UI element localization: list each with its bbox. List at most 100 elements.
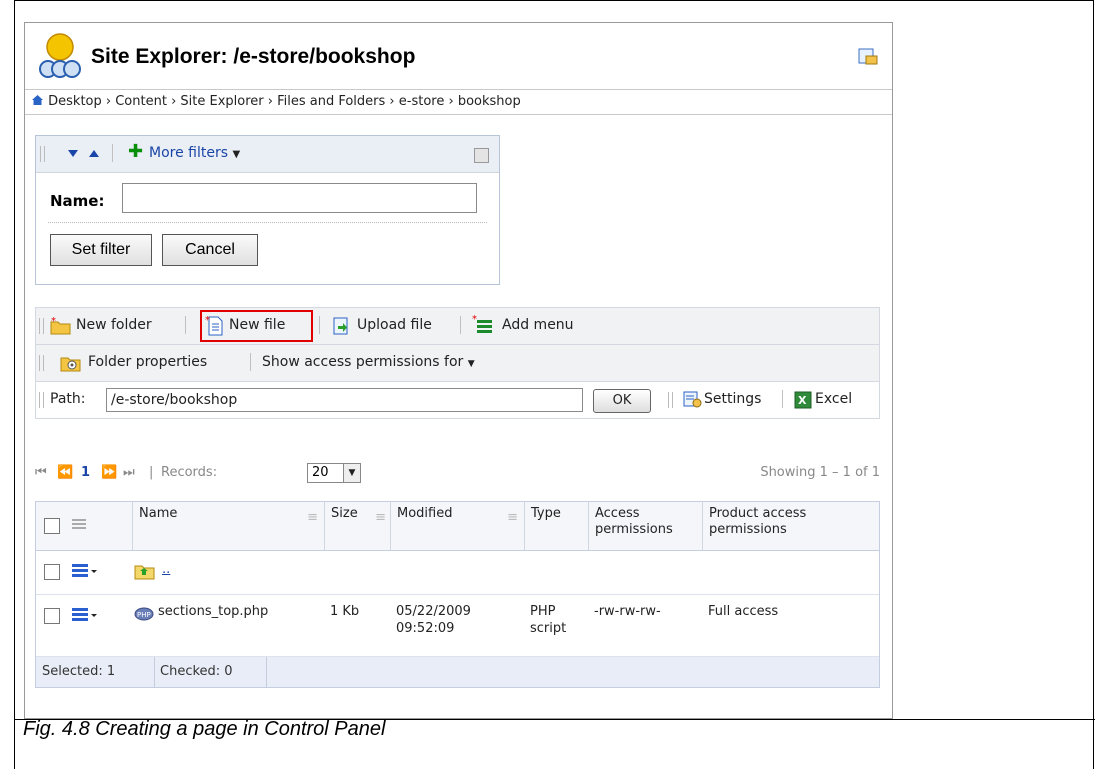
name-label: Name: [50,192,105,210]
show-access-label: Show access permissions for [262,354,464,370]
next-page-icon[interactable]: ⏩ [101,465,117,480]
file-access-permissions: -rw-rw-rw- [594,604,661,619]
new-file-button[interactable]: New file [229,317,285,333]
toolbar-grip [40,146,45,162]
toolbar-grip [39,355,44,371]
help-icon[interactable] [857,47,879,67]
column-name[interactable]: Name ≡ [132,502,324,550]
divider [185,316,186,334]
show-access-permissions-dropdown[interactable]: Show access permissions for ▼ [262,354,475,370]
add-menu-icon: * [472,314,492,333]
filter-toolbar: ✚ More filters ▼ [36,136,499,173]
upload-file-button[interactable]: Upload file [357,317,432,333]
ok-button[interactable]: OK [593,389,651,413]
users-logo-icon [39,33,81,78]
action-toolbar: * New folder * New file Upload file * Ad… [35,307,880,419]
parent-folder-link[interactable]: .. [162,562,170,577]
toolbar-row-actions: * New folder * New file Upload file * Ad… [36,308,879,345]
file-product-access: Full access [708,604,779,619]
excel-button[interactable]: Excel [815,391,852,407]
files-grid: Name ≡ Size ≡ Modified ≡ Type Access permis… [35,501,880,688]
path-input[interactable]: /e-store/bookshop [106,388,583,412]
home-icon [32,95,43,105]
folder-properties-button[interactable]: Folder properties [88,354,207,370]
checked-count: Checked: 0 [160,664,233,679]
upload-file-icon [333,317,348,335]
current-page[interactable]: 1 [81,465,90,480]
records-per-page-select[interactable]: 20 ▼ [307,463,361,483]
first-page-icon[interactable]: ⏮ [35,465,47,480]
settings-icon [683,391,702,408]
path-label: Path: [50,391,86,407]
breadcrumb-bookshop: bookshop [457,94,521,109]
pager: ⏮ ⏪ 1 ⏩ ⏭ | Records: 20 ▼ Showing 1 – 1 … [35,463,880,487]
table-row[interactable]: .. [36,550,879,595]
new-folder-button[interactable]: New folder [76,317,152,333]
breadcrumb: Desktop › Content › Site Explorer › File… [25,89,892,115]
toolbar-grip [39,318,44,334]
file-name[interactable]: sections_top.php [158,604,268,619]
grid-footer: Selected: 1 Checked: 0 [36,657,879,687]
page-title: Site Explorer: /e-store/bookshop [91,45,416,68]
set-filter-button[interactable]: Set filter [50,234,152,266]
toolbar-grip [39,392,44,408]
new-folder-icon: * [50,316,71,335]
sort-up-icon[interactable] [89,150,99,158]
last-page-icon[interactable]: ⏭ [123,465,135,480]
svg-text:*: * [205,315,210,326]
showing-count: Showing 1 – 1 of 1 [760,465,880,480]
toolbar-row-properties: Folder properties Show access permission… [36,345,879,382]
more-filters-button[interactable]: More filters ▼ [149,145,240,161]
more-filters-label: More filters [149,145,229,161]
breadcrumb-e-store[interactable]: e-store [399,94,445,109]
column-size[interactable]: Size ≡ [324,502,390,550]
name-filter-input[interactable] [122,183,477,213]
file-modified-time: 09:52:09 [396,621,455,636]
row-checkbox[interactable] [44,608,60,624]
folder-properties-icon [60,357,81,372]
breadcrumb-site-explorer[interactable]: Site Explorer [180,94,263,109]
toolbar-row-path: Path: /e-store/bookshop OK Settings X Ex… [36,382,879,418]
breadcrumb-files-and-folders[interactable]: Files and Folders [277,94,385,109]
add-menu-button[interactable]: Add menu [502,317,574,333]
divider [48,222,487,223]
column-type[interactable]: Type [524,502,588,550]
collapse-checkbox[interactable] [474,148,489,163]
row-actions-icon[interactable] [72,606,98,624]
file-size: 1 Kb [330,604,360,619]
filter-panel: ✚ More filters ▼ Name: Set filter Cancel [35,135,500,285]
divider [250,353,251,371]
divider [782,390,783,408]
window-header: Site Explorer: /e-store/bookshop [25,23,892,87]
divider [460,316,461,334]
previous-page-icon[interactable]: ⏪ [57,465,73,480]
records-label: Records: [161,465,218,480]
file-modified-date: 05/22/2009 [396,604,471,619]
parent-folder-icon [134,565,155,580]
sort-down-icon[interactable] [68,150,78,158]
selected-count: Selected: 1 [42,664,116,679]
svg-text:*: * [51,316,56,327]
column-modified[interactable]: Modified ≡ [390,502,524,550]
settings-button[interactable]: Settings [704,391,761,407]
divider [319,316,320,334]
column-product-access-permissions[interactable]: Product access permissions [702,502,879,550]
breadcrumb-desktop[interactable]: Desktop [48,94,102,109]
svg-text:PHP: PHP [137,611,151,619]
row-checkbox[interactable] [44,564,60,580]
excel-icon: X [794,391,812,409]
column-size-label: Size [331,506,358,521]
breadcrumb-content[interactable]: Content [115,94,167,109]
records-per-page-value: 20 [312,465,329,480]
svg-text:X: X [798,394,807,407]
cancel-button[interactable]: Cancel [162,234,258,266]
grid-header: Name ≡ Size ≡ Modified ≡ Type Access permis… [36,502,879,551]
table-row[interactable]: PHP sections_top.php 1 Kb 05/22/2009 09:… [36,594,879,657]
select-all-checkbox[interactable] [44,518,60,534]
divider [112,144,113,162]
divider [266,657,267,687]
row-actions-icon[interactable] [72,562,98,580]
plus-icon: ✚ [128,141,144,162]
column-menu-icon[interactable] [72,517,86,531]
column-access-permissions[interactable]: Access permissions [588,502,702,550]
